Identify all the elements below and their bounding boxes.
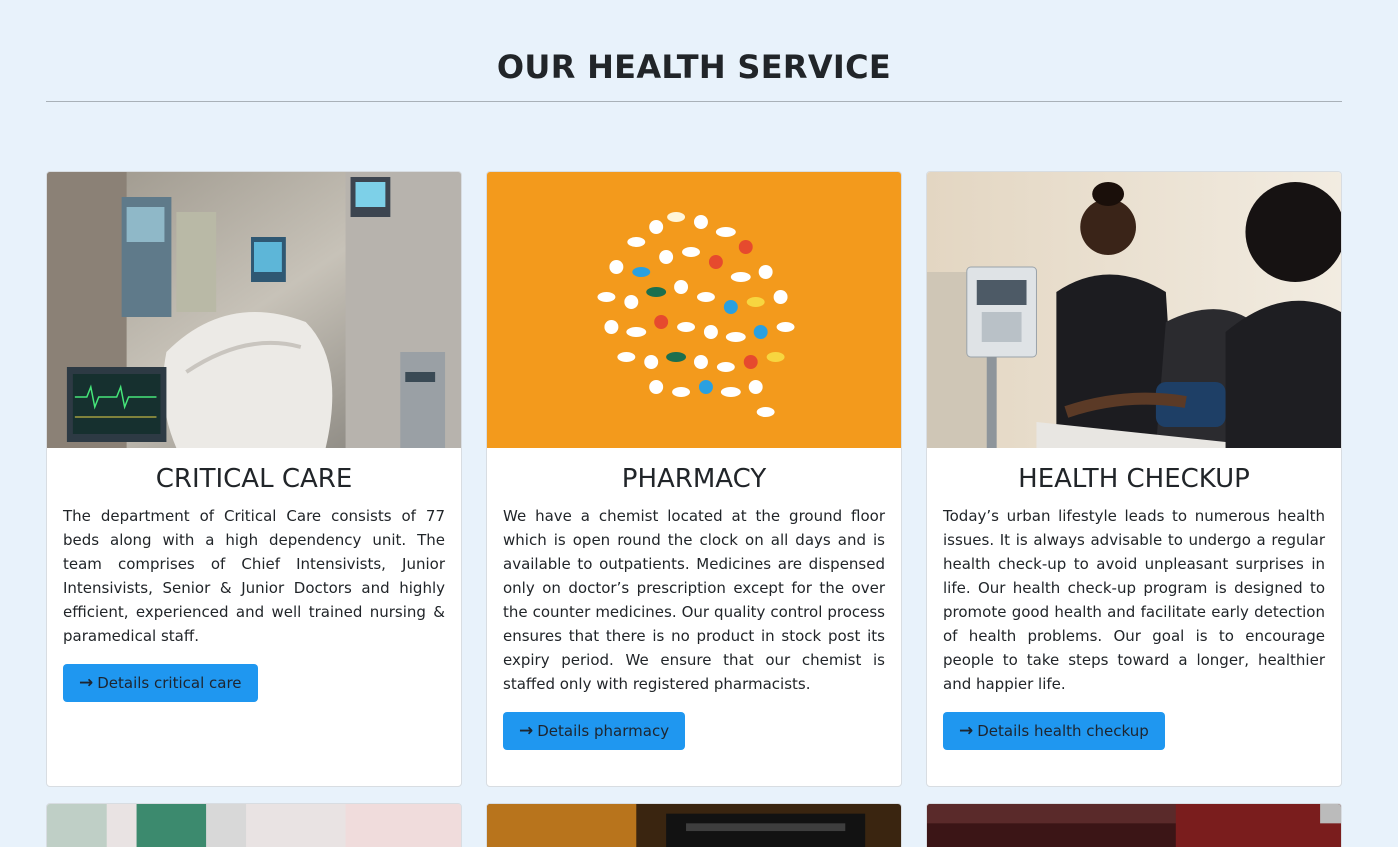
arrow-right-icon: → — [519, 721, 534, 741]
service-card-next-1 — [46, 803, 462, 847]
card-title: PHARMACY — [621, 464, 767, 494]
card-title: CRITICAL CARE — [155, 464, 353, 494]
critical-care-image — [47, 172, 461, 448]
service-card-health-checkup: HEALTH CHECKUP Today’s urban lifestyle l… — [926, 171, 1342, 787]
card-description: The department of Critical Care consists… — [63, 507, 445, 645]
service-card-next-3 — [926, 803, 1342, 847]
card-description: We have a chemist located at the ground … — [503, 507, 885, 693]
pharmacy-image — [487, 172, 901, 448]
details-pharmacy-button[interactable]: → Details pharmacy — [503, 712, 686, 750]
button-label: Details health checkup — [977, 722, 1149, 740]
card-description: Today’s urban lifestyle leads to numerou… — [943, 507, 1325, 693]
next-card-image — [487, 804, 901, 847]
section-title: OUR HEALTH SERVICE — [496, 48, 892, 86]
card-title: HEALTH CHECKUP — [1018, 464, 1250, 494]
service-card-next-2 — [486, 803, 902, 847]
details-critical-care-button[interactable]: → Details critical care — [63, 664, 258, 702]
next-card-image — [47, 804, 461, 847]
service-card-pharmacy: PHARMACY We have a chemist located at th… — [486, 171, 902, 787]
next-card-image — [927, 804, 1341, 847]
details-health-checkup-button[interactable]: → Details health checkup — [943, 712, 1165, 750]
title-divider — [46, 101, 1342, 102]
button-label: Details critical care — [97, 674, 242, 692]
arrow-right-icon: → — [959, 721, 974, 741]
health-checkup-image — [927, 172, 1341, 448]
button-label: Details pharmacy — [537, 722, 670, 740]
arrow-right-icon: → — [79, 673, 94, 693]
service-card-critical-care: CRITICAL CARE The department of Critical… — [46, 171, 462, 787]
